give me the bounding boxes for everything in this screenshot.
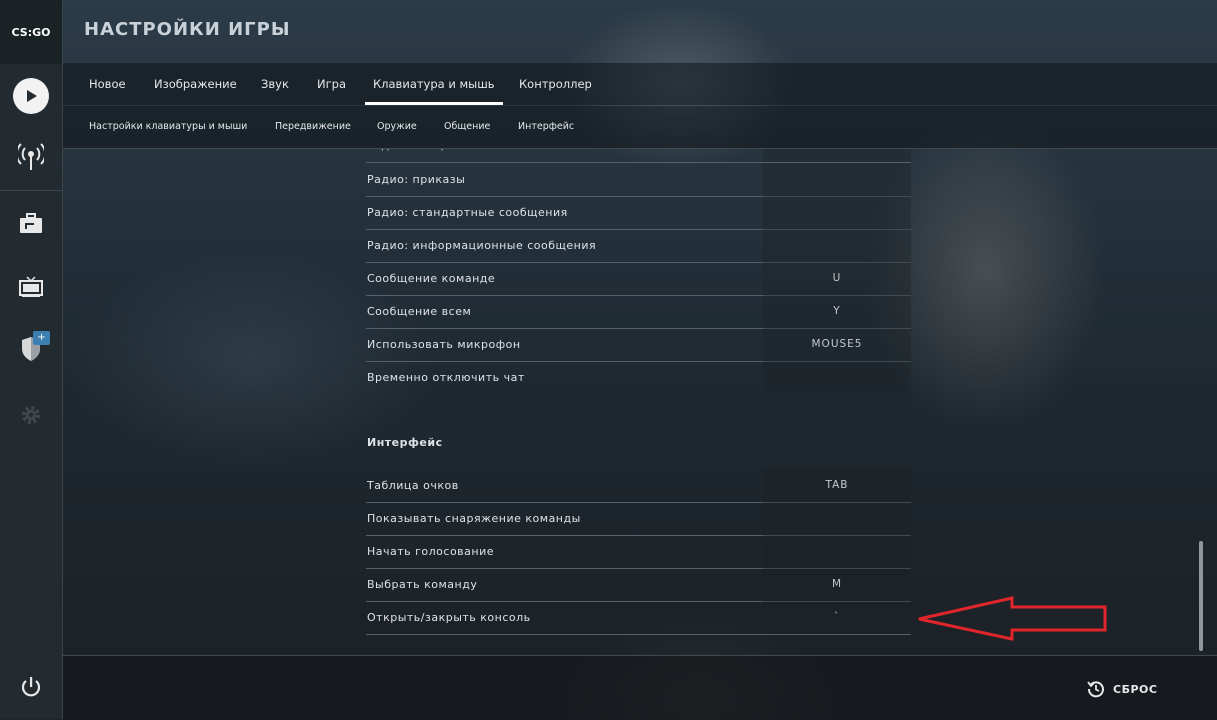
briefcase-icon bbox=[20, 213, 42, 233]
keybind-list: Радиосообщение Радио: приказы Радио: ста… bbox=[366, 149, 911, 654]
keybind-row-console[interactable]: Открыть/закрыть консоль ` bbox=[366, 601, 911, 635]
csgo-logo[interactable]: CS:GO bbox=[0, 0, 62, 64]
tv-icon bbox=[19, 276, 43, 297]
reset-label: СБРОС bbox=[1113, 682, 1158, 696]
footer-bar bbox=[63, 655, 1217, 720]
keybind-row[interactable]: Показывать снаряжение команды bbox=[366, 502, 911, 536]
play-icon bbox=[13, 78, 49, 114]
section-heading: Интерфейс bbox=[367, 436, 443, 449]
watch-button[interactable] bbox=[0, 131, 62, 183]
power-icon bbox=[21, 677, 41, 697]
scrollbar-thumb[interactable] bbox=[1199, 541, 1203, 651]
keybind-row[interactable]: Выбрать команду M bbox=[366, 568, 911, 602]
keybind-row[interactable]: Радио: приказы bbox=[366, 163, 911, 197]
subtab-weapons[interactable]: Оружие bbox=[377, 106, 417, 148]
tab-controller[interactable]: Контроллер bbox=[519, 63, 592, 105]
keybind-row[interactable]: Использовать микрофон MOUSE5 bbox=[366, 328, 911, 362]
watch-tv-button[interactable] bbox=[0, 261, 62, 313]
operation-button[interactable] bbox=[0, 323, 62, 375]
tab-video[interactable]: Изображение bbox=[154, 63, 237, 105]
settings-button[interactable] bbox=[0, 389, 62, 441]
tab-game[interactable]: Игра bbox=[317, 63, 346, 105]
annotation-arrow bbox=[918, 596, 1107, 641]
main-tabs: Новое Изображение Звук Игра Клавиатура и… bbox=[63, 63, 1217, 105]
keybind-row[interactable]: Радиосообщение bbox=[366, 149, 911, 163]
reset-button[interactable]: СБРОС bbox=[1087, 679, 1157, 699]
tab-keyboard-mouse[interactable]: Клавиатура и мышь bbox=[365, 63, 503, 105]
tab-audio[interactable]: Звук bbox=[261, 63, 289, 105]
keybind-row[interactable]: Начать голосование bbox=[366, 535, 911, 569]
sidebar: CS:GO + bbox=[0, 0, 63, 719]
keybind-row[interactable]: Сообщение всем Y bbox=[366, 295, 911, 329]
sub-tabs: Настройки клавиатуры и мыши Передвижение… bbox=[63, 106, 1217, 149]
quit-button[interactable] bbox=[0, 661, 62, 713]
keybind-row[interactable]: Радио: стандартные сообщения bbox=[366, 196, 911, 230]
tab-new[interactable]: Новое bbox=[89, 63, 126, 105]
new-badge: + bbox=[33, 331, 50, 345]
keybind-row[interactable]: Временно отключить чат bbox=[366, 361, 911, 394]
keybind-row[interactable]: Сообщение команде U bbox=[366, 262, 911, 296]
gear-icon bbox=[22, 406, 40, 424]
inventory-button[interactable] bbox=[0, 198, 62, 250]
subtab-communication[interactable]: Общение bbox=[444, 106, 490, 148]
play-button[interactable] bbox=[0, 70, 62, 122]
subtab-keyboard-mouse-settings[interactable]: Настройки клавиатуры и мыши bbox=[89, 106, 247, 148]
broadcast-icon bbox=[18, 143, 44, 170]
sidebar-divider bbox=[0, 190, 62, 191]
keybind-row[interactable]: Таблица очков TAB bbox=[366, 469, 911, 503]
subtab-movement[interactable]: Передвижение bbox=[275, 106, 351, 148]
keybind-row[interactable]: Радио: информационные сообщения bbox=[366, 229, 911, 263]
history-icon bbox=[1087, 681, 1104, 698]
page-title: НАСТРОЙКИ ИГРЫ bbox=[84, 19, 291, 40]
subtab-interface[interactable]: Интерфейс bbox=[518, 106, 574, 148]
